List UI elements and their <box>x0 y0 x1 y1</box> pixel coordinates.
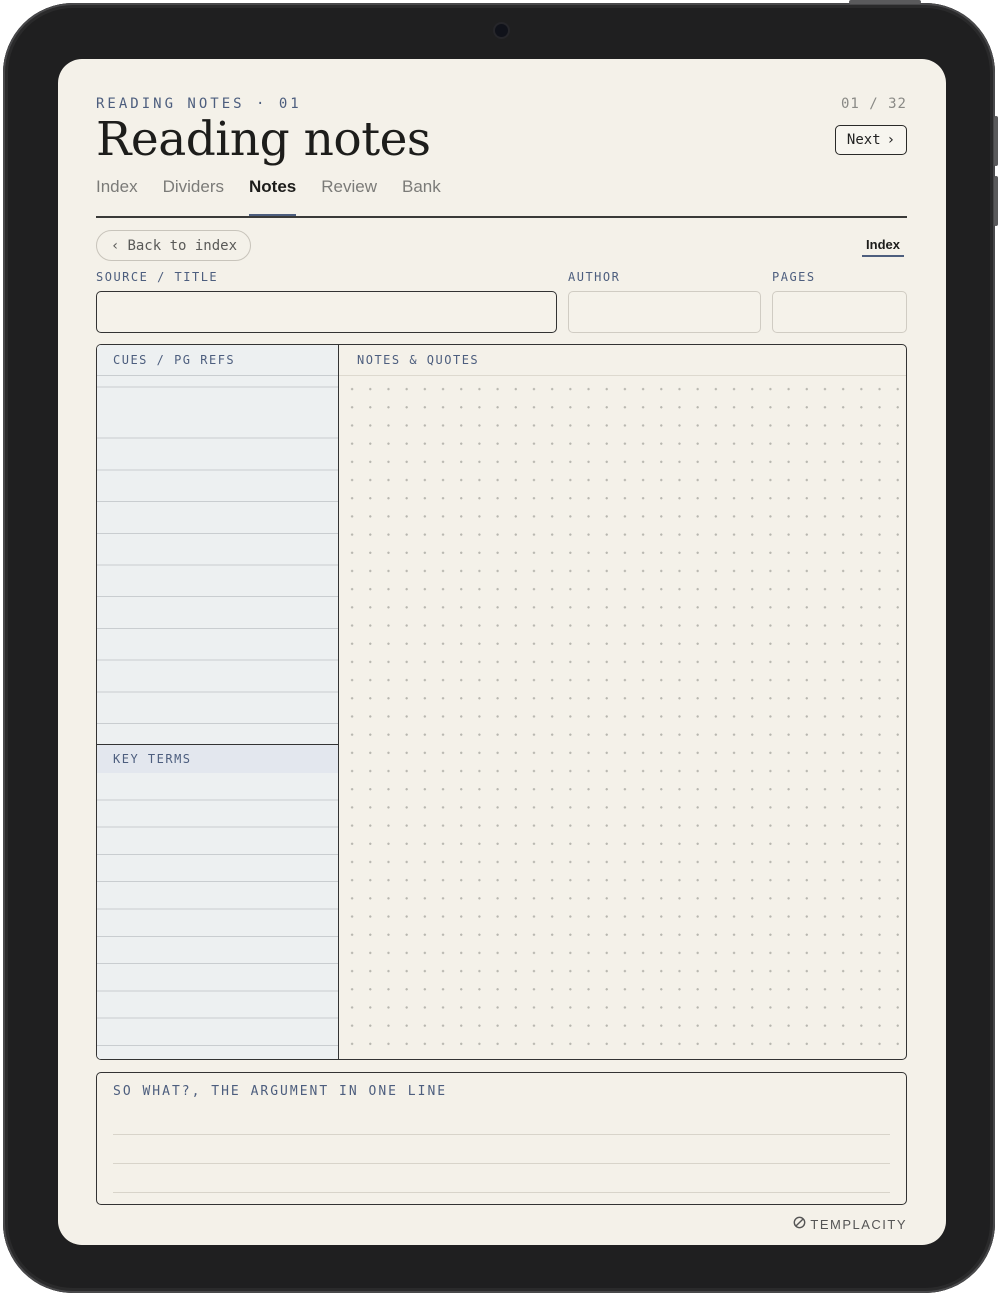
back-button-label: Back to index <box>127 237 238 254</box>
notes-dot-grid[interactable] <box>339 376 906 1059</box>
summary-box[interactable]: SO WHAT?, THE ARGUMENT IN ONE LINE <box>96 1072 907 1205</box>
side-button-volume-down <box>994 176 998 226</box>
key-terms-header: KEY TERMS <box>97 744 338 773</box>
page-title: Reading notes <box>96 112 431 167</box>
back-to-index-button[interactable]: ‹ Back to index <box>96 230 251 261</box>
header-divider <box>96 216 907 218</box>
summary-label: SO WHAT?, THE ARGUMENT IN ONE LINE <box>113 1084 448 1099</box>
templacity-logo-icon <box>793 1216 806 1232</box>
author-label: AUTHOR <box>568 270 621 284</box>
summary-line <box>113 1163 890 1164</box>
planner-page: READING NOTES · 01 01 / 32 Reading notes… <box>58 59 946 1245</box>
chevron-left-icon: ‹ <box>111 237 120 254</box>
cues-header: CUES / PG REFS <box>97 345 338 376</box>
next-button[interactable]: Next › <box>835 125 907 155</box>
brand-name: TEMPLACITY <box>810 1216 907 1232</box>
index-link[interactable]: Index <box>862 237 904 257</box>
tab-dividers[interactable]: Dividers <box>163 177 224 217</box>
tab-bank[interactable]: Bank <box>402 177 441 217</box>
page-counter: 01 / 32 <box>840 96 907 112</box>
tab-notes[interactable]: Notes <box>249 177 297 217</box>
cornell-notes-area: CUES / PG REFS KEY TERMS NOTES & QUOTES <box>96 344 907 1060</box>
right-column: NOTES & QUOTES <box>339 345 906 1059</box>
cues-lines[interactable] <box>97 376 338 744</box>
tab-index[interactable]: Index <box>96 177 138 217</box>
tablet-frame: READING NOTES · 01 01 / 32 Reading notes… <box>3 0 998 1293</box>
author-field[interactable] <box>568 291 761 333</box>
source-title-label: SOURCE / TITLE <box>96 270 219 284</box>
source-title-field[interactable] <box>96 291 557 333</box>
front-camera <box>495 24 508 37</box>
section-tabs: Index Dividers Notes Review Bank <box>96 177 441 217</box>
brand-mark: TEMPLACITY <box>793 1216 907 1232</box>
summary-line <box>113 1134 890 1135</box>
chevron-right-icon: › <box>886 132 896 148</box>
left-column: CUES / PG REFS KEY TERMS <box>97 345 339 1059</box>
pages-field[interactable] <box>772 291 907 333</box>
key-terms-lines[interactable] <box>97 773 338 1059</box>
next-button-label: Next <box>846 132 881 148</box>
side-button-top <box>849 0 921 4</box>
notes-quotes-header: NOTES & QUOTES <box>339 345 906 376</box>
section-eyebrow: READING NOTES · 01 <box>96 96 302 112</box>
side-button-volume-up <box>994 116 998 166</box>
pages-label: PAGES <box>772 270 816 284</box>
tab-review[interactable]: Review <box>321 177 377 217</box>
summary-line <box>113 1192 890 1193</box>
